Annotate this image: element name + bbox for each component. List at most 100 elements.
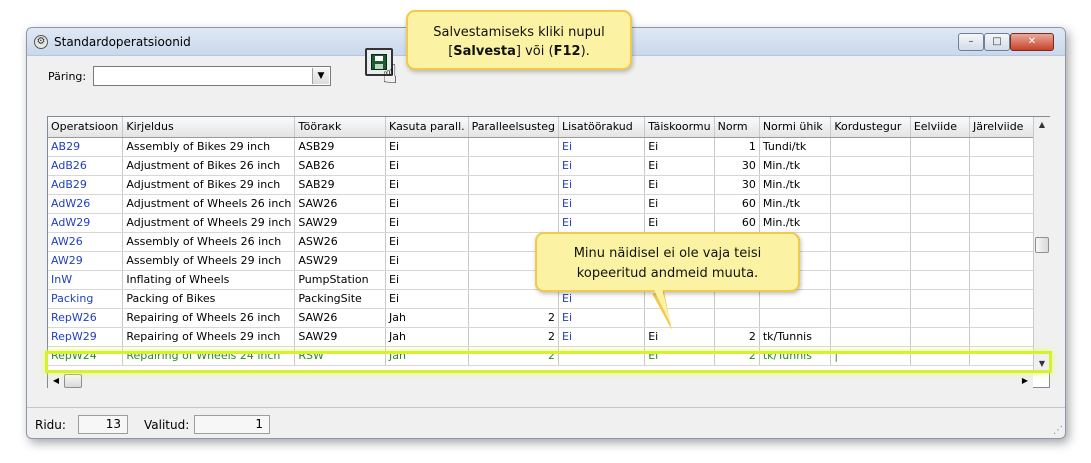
table-cell[interactable]: 30 [714,156,760,176]
table-cell[interactable]: 2 [714,327,760,347]
table-cell[interactable]: Ei [644,137,715,157]
table-cell[interactable] [558,346,646,366]
table-cell[interactable] [830,137,911,157]
table-cell[interactable]: RSW [294,346,387,366]
table-cell[interactable]: tk/Tunnis [759,346,832,366]
table-cell[interactable] [910,137,970,157]
table-cell[interactable]: 1 [714,137,760,157]
horizontal-scrollbar[interactable]: ◀ ▶ [48,372,1033,388]
table-cell[interactable]: Adjustment of Wheels 26 inch [122,194,296,214]
table-cell[interactable] [468,137,560,157]
column-header[interactable]: Kirjeldus [122,117,296,138]
table-cell[interactable]: Ei [385,156,469,176]
table-cell[interactable]: Ei [385,213,469,233]
table-row[interactable]: AB29 Assembly of Bikes 29 inch ASB29 Ei Ei Ei… [48,137,1049,157]
table-cell[interactable]: Jah [385,346,469,366]
table-cell[interactable] [910,232,970,252]
table-cell[interactable] [468,175,560,195]
table-cell[interactable]: SAB26 [294,156,387,176]
vertical-scrollbar[interactable]: ▲ ▼ [1033,117,1050,372]
table-cell[interactable]: RepW24 [48,346,124,366]
table-cell[interactable]: 2 [714,346,760,366]
table-cell[interactable] [830,251,911,271]
table-cell[interactable]: Ei [558,137,646,157]
table-cell[interactable] [910,251,970,271]
table-cell[interactable]: Repairing of Wheels 24 inch [122,346,296,366]
table-cell[interactable] [644,308,715,328]
table-cell[interactable] [910,175,970,195]
table-cell[interactable]: InW [48,270,124,290]
scroll-left-icon[interactable]: ◀ [48,373,64,389]
table-cell[interactable]: SAW29 [294,213,387,233]
column-header[interactable]: Kordustegur [830,117,911,138]
table-cell[interactable]: Jah [385,308,469,328]
table-cell[interactable] [910,308,970,328]
table-cell[interactable]: | [830,346,911,366]
table-cell[interactable]: 2 [468,327,560,347]
chevron-down-icon[interactable]: ▼ [312,68,329,84]
scroll-up-icon[interactable]: ▲ [1034,117,1050,133]
table-cell[interactable]: 2 [468,308,560,328]
table-cell[interactable] [830,289,911,309]
table-row[interactable]: RepW24 Repairing of Wheels 24 inch RSW Jah 2… [48,346,1049,366]
table-cell[interactable]: AW29 [48,251,124,271]
table-cell[interactable]: Ei [385,194,469,214]
table-cell[interactable] [910,346,970,366]
table-cell[interactable]: Ei [385,175,469,195]
table-cell[interactable] [759,308,832,328]
column-header[interactable]: Lisatöörakud [558,117,646,138]
horizontal-scroll-thumb[interactable] [64,374,82,388]
table-cell[interactable]: Min./tk [759,156,832,176]
table-cell[interactable]: Assembly of Bikes 29 inch [122,137,296,157]
table-cell[interactable]: Ei [644,175,715,195]
table-cell[interactable]: ASB29 [294,137,387,157]
table-cell[interactable]: AdB26 [48,156,124,176]
table-cell[interactable]: ASW26 [294,232,387,252]
table-cell[interactable]: Ei [558,213,646,233]
table-cell[interactable]: Ei [644,346,715,366]
table-cell[interactable] [714,308,760,328]
column-header[interactable]: Eelviide [910,117,970,138]
table-row[interactable]: AdW26 Adjustment of Wheels 26 inch SAW26 Ei… [48,194,1049,214]
table-cell[interactable]: PumpStation [294,270,387,290]
column-header[interactable]: Paralleelsusteg [468,117,560,138]
table-cell[interactable]: Ei [558,156,646,176]
table-cell[interactable]: Tundi/tk [759,137,832,157]
scroll-right-icon[interactable]: ▶ [1017,373,1033,389]
resize-grip-icon[interactable]: ⋰ [1053,425,1063,436]
table-cell[interactable]: Min./tk [759,175,832,195]
column-header[interactable]: Kasuta parall. [385,117,469,138]
table-cell[interactable]: Ei [644,156,715,176]
column-header[interactable]: Täiskoormu [644,117,715,138]
column-header[interactable]: Norm [714,117,760,138]
table-cell[interactable]: Ei [385,251,469,271]
table-cell[interactable]: Ei [385,232,469,252]
table-cell[interactable] [468,213,560,233]
table-row[interactable]: AdW29 Adjustment of Wheels 29 inch SAW29 Ei… [48,213,1049,233]
table-cell[interactable]: Ei [385,270,469,290]
table-cell[interactable] [830,156,911,176]
table-cell[interactable]: Ei [558,175,646,195]
table-cell[interactable]: 60 [714,213,760,233]
table-cell[interactable] [830,308,911,328]
table-cell[interactable]: Min./tk [759,213,832,233]
table-row[interactable]: AdB26 Adjustment of Bikes 26 inch SAB26 Ei E… [48,156,1049,176]
table-cell[interactable] [910,270,970,290]
table-cell[interactable] [468,156,560,176]
table-cell[interactable]: AW26 [48,232,124,252]
table-cell[interactable]: Adjustment of Bikes 26 inch [122,156,296,176]
table-cell[interactable] [830,213,911,233]
table-cell[interactable] [468,194,560,214]
table-cell[interactable]: PackingSite [294,289,387,309]
table-cell[interactable]: Repairing of Wheels 26 inch [122,308,296,328]
table-cell[interactable]: AdW29 [48,213,124,233]
table-cell[interactable]: Assembly of Wheels 29 inch [122,251,296,271]
table-cell[interactable]: Jah [385,327,469,347]
table-cell[interactable]: 60 [714,194,760,214]
table-cell[interactable]: SAW26 [294,308,387,328]
close-button[interactable]: ✕ [1010,33,1054,51]
table-cell[interactable]: SAW26 [294,194,387,214]
table-cell[interactable]: Ei [385,289,469,309]
table-cell[interactable]: Ei [558,194,646,214]
table-cell[interactable] [830,175,911,195]
